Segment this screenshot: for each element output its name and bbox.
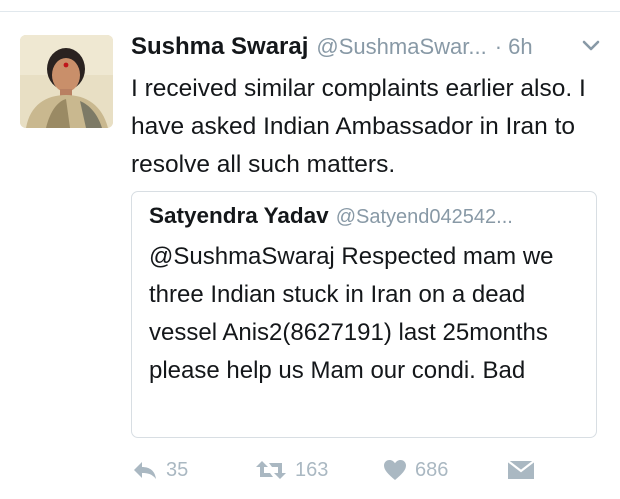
like-count: 686: [415, 458, 449, 481]
like-button[interactable]: 686: [383, 452, 448, 488]
reply-icon: [132, 459, 166, 481]
tweet-header: Sushma Swaraj @SushmaSwar... · 6h: [131, 33, 601, 65]
chevron-down-icon[interactable]: [581, 39, 601, 53]
retweet-icon: [255, 458, 295, 482]
quoted-tweet-card[interactable]: Satyendra Yadav @Satyend042542... @Sushm…: [131, 191, 597, 438]
retweet-button[interactable]: 163: [255, 452, 328, 488]
quoted-author-name: Satyendra Yadav: [149, 203, 329, 228]
quoted-author-handle: @Satyend042542...: [335, 206, 513, 228]
tweet-text: I received similar complaints earlier al…: [131, 75, 586, 178]
retweet-count: 163: [295, 458, 329, 481]
tweet-actions: 35 163 686: [131, 452, 601, 488]
author-name[interactable]: Sushma Swaraj: [131, 33, 308, 61]
heart-icon: [383, 459, 415, 481]
direct-message-button[interactable]: [507, 452, 543, 488]
avatar[interactable]: [20, 35, 113, 128]
quoted-tweet-header: Satyendra Yadav @Satyend042542...: [149, 203, 584, 229]
avatar-image: [20, 35, 113, 128]
top-divider: [0, 0, 620, 12]
reply-button[interactable]: 35: [132, 452, 188, 488]
author-handle[interactable]: @SushmaSwar...: [316, 34, 486, 60]
quoted-tweet-text: @SushmaSwaraj Respected mam we three Ind…: [149, 243, 554, 384]
tweet-timestamp[interactable]: · 6h: [495, 34, 533, 60]
envelope-icon: [507, 459, 543, 481]
reply-count: 35: [166, 458, 189, 481]
